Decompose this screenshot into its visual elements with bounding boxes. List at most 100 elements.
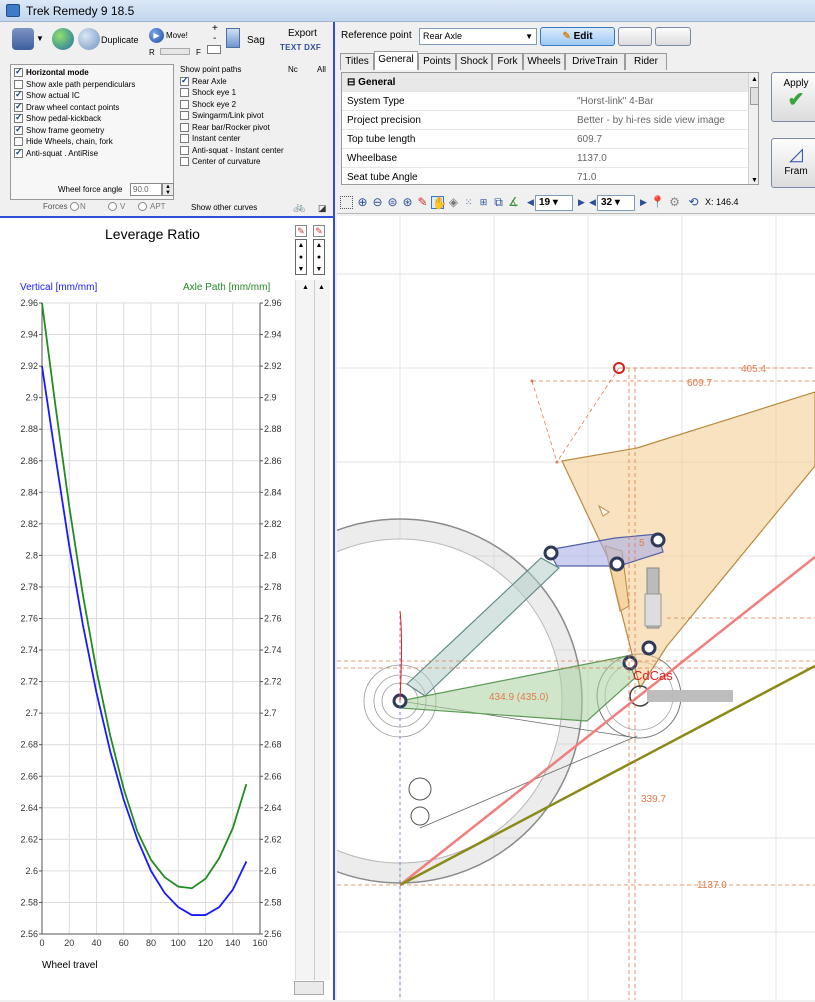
point-path-row[interactable]: Center of curvature: [180, 156, 329, 168]
point-path-checkbox[interactable]: [180, 145, 189, 155]
all-button[interactable]: All: [317, 64, 326, 76]
point-path-row[interactable]: Rear Axle: [180, 75, 329, 88]
frame-spin-1[interactable]: 19 ▾: [535, 195, 573, 211]
tab-rider[interactable]: Rider: [625, 53, 667, 70]
zoom-window-icon[interactable]: ⊛: [401, 196, 414, 209]
property-row[interactable]: Project precision Better - by hi-res side…: [342, 111, 758, 130]
chart-corner-buttons[interactable]: [294, 981, 324, 995]
point-path-checkbox[interactable]: [180, 88, 189, 98]
layer-icon[interactable]: ⧉: [492, 196, 505, 209]
chart-color-button-1[interactable]: ✎: [295, 225, 307, 237]
option-checkbox[interactable]: [14, 124, 23, 135]
blank-button-2[interactable]: [655, 27, 691, 46]
option-checkbox[interactable]: [14, 137, 23, 147]
edit-button[interactable]: ✎ Edit: [540, 27, 615, 46]
option-checkbox[interactable]: [14, 112, 23, 124]
tab-drivetrain[interactable]: DriveTrain: [565, 53, 625, 70]
property-row[interactable]: Top tube length 609.7: [342, 130, 758, 149]
property-value[interactable]: "Horst-link" 4-Bar: [577, 92, 654, 111]
sag-spin-field[interactable]: [207, 45, 221, 54]
duplicate-button[interactable]: Duplicate: [101, 35, 139, 45]
option-row[interactable]: Draw wheel contact points: [14, 101, 170, 114]
chart-color-button-2[interactable]: ✎: [313, 225, 325, 237]
chart-scrollbar[interactable]: ▲ ▲: [295, 280, 330, 980]
bike-curves-icon[interactable]: 🚲: [293, 202, 305, 213]
point-path-checkbox[interactable]: [180, 122, 189, 132]
option-row[interactable]: Anti-squat . AntiRise: [14, 147, 170, 160]
point-path-row[interactable]: Anti-squat - Instant center: [180, 145, 329, 157]
property-value[interactable]: 1137.0: [577, 149, 607, 168]
tab-general[interactable]: General: [374, 51, 418, 70]
property-value[interactable]: Better - by hi-res side view image: [577, 111, 725, 130]
sag-icon[interactable]: [226, 28, 240, 48]
forces-apt-radio[interactable]: [138, 202, 147, 211]
right-axis-scroll-buttons[interactable]: ▲ ● ▼: [313, 239, 325, 275]
point-path-row[interactable]: Rear bar/Rocker pivot: [180, 122, 329, 134]
property-row[interactable]: Seat tube Angle 71.0: [342, 168, 758, 184]
zoom-fit-icon[interactable]: ⊜: [386, 196, 399, 209]
property-value[interactable]: 71.0: [577, 168, 596, 184]
option-checkbox[interactable]: [14, 101, 23, 112]
option-checkbox[interactable]: [14, 66, 23, 78]
sag-button[interactable]: Sag: [247, 35, 265, 46]
point-path-checkbox[interactable]: [180, 134, 189, 144]
tab-wheels[interactable]: Wheels: [523, 53, 565, 70]
option-row[interactable]: Show frame geometry: [14, 124, 170, 137]
frame-spin-2[interactable]: 32 ▾: [597, 195, 635, 211]
pin-icon[interactable]: 📍: [650, 196, 665, 209]
apply-button[interactable]: Apply ✔: [771, 72, 815, 122]
wheel-force-input[interactable]: 90.0: [130, 183, 162, 196]
tab-titles[interactable]: Titles: [340, 53, 374, 70]
category-row[interactable]: ⊟ General: [342, 73, 758, 92]
tab-fork[interactable]: Fork: [492, 53, 523, 70]
bike-drawing-canvas[interactable]: 405.4 609.7 434.9 (435.0) 339.7 1137.0 5…: [337, 216, 815, 1000]
point-path-row[interactable]: Shock eye 1: [180, 87, 329, 99]
grid-icon[interactable]: ⊞: [477, 196, 490, 209]
property-row[interactable]: Wheelbase 1137.0: [342, 149, 758, 168]
expand-icon[interactable]: ◪: [318, 203, 327, 214]
step-forward-2-icon[interactable]: ▶: [637, 196, 650, 209]
option-checkbox[interactable]: [14, 79, 23, 89]
point-path-row[interactable]: Swingarm/Link pivot: [180, 110, 329, 122]
chart-scroll-up-2-icon[interactable]: ▲: [318, 284, 325, 291]
property-row[interactable]: System Type "Horst-link" 4-Bar: [342, 92, 758, 111]
duplicate-icon[interactable]: [78, 28, 100, 50]
point-path-checkbox[interactable]: [180, 157, 189, 167]
export-format-buttons[interactable]: TEXT DXF: [280, 43, 321, 52]
tab-points[interactable]: Points: [418, 53, 456, 70]
frame-button[interactable]: ◿ Fram: [771, 138, 815, 188]
property-value[interactable]: 609.7: [577, 130, 602, 149]
left-axis-scroll-buttons[interactable]: ▲ ● ▼: [295, 239, 307, 275]
point-path-checkbox[interactable]: [180, 111, 189, 121]
point-path-checkbox[interactable]: [180, 99, 189, 109]
blank-button-1[interactable]: [618, 27, 652, 46]
property-scrollbar[interactable]: ▲ ▼: [748, 73, 758, 184]
option-checkbox[interactable]: [14, 89, 23, 101]
move-icon[interactable]: ▶: [149, 28, 164, 43]
measure-icon[interactable]: ⁙: [462, 196, 475, 209]
wheel-force-spinner[interactable]: ▲ ▼: [162, 183, 174, 196]
refresh-icon[interactable]: ⟲: [687, 196, 700, 209]
option-row[interactable]: Horizontal mode: [14, 66, 170, 79]
option-row[interactable]: Show axle path perpendiculars: [14, 79, 170, 91]
dropdown-arrow-icon[interactable]: ▼: [36, 34, 44, 43]
bike-menu-icon[interactable]: [12, 28, 34, 50]
option-row[interactable]: Hide Wheels, chain, fork: [14, 136, 170, 148]
point-path-row[interactable]: Instant center: [180, 133, 329, 145]
move-button[interactable]: Move!: [166, 31, 188, 40]
reference-point-select[interactable]: Rear Axle ▼: [419, 28, 537, 45]
show-other-curves-link[interactable]: Show other curves: [191, 203, 257, 212]
angle-icon[interactable]: ∡: [507, 196, 520, 209]
draw-icon[interactable]: ✎: [416, 196, 429, 209]
forces-v-radio[interactable]: [108, 202, 117, 211]
scroll-down-icon[interactable]: ▼: [751, 177, 758, 184]
move-point-icon[interactable]: ◈: [447, 196, 460, 209]
settings-gear-icon[interactable]: ⚙: [668, 196, 681, 209]
nc-button[interactable]: Nc: [288, 64, 298, 76]
tab-shock[interactable]: Shock: [456, 53, 492, 70]
move-slider[interactable]: [160, 48, 190, 55]
scroll-thumb[interactable]: [750, 87, 758, 105]
globe-icon[interactable]: [52, 28, 74, 50]
scroll-up-icon[interactable]: ▲: [749, 76, 758, 83]
pan-hand-icon[interactable]: ✋: [431, 196, 447, 210]
